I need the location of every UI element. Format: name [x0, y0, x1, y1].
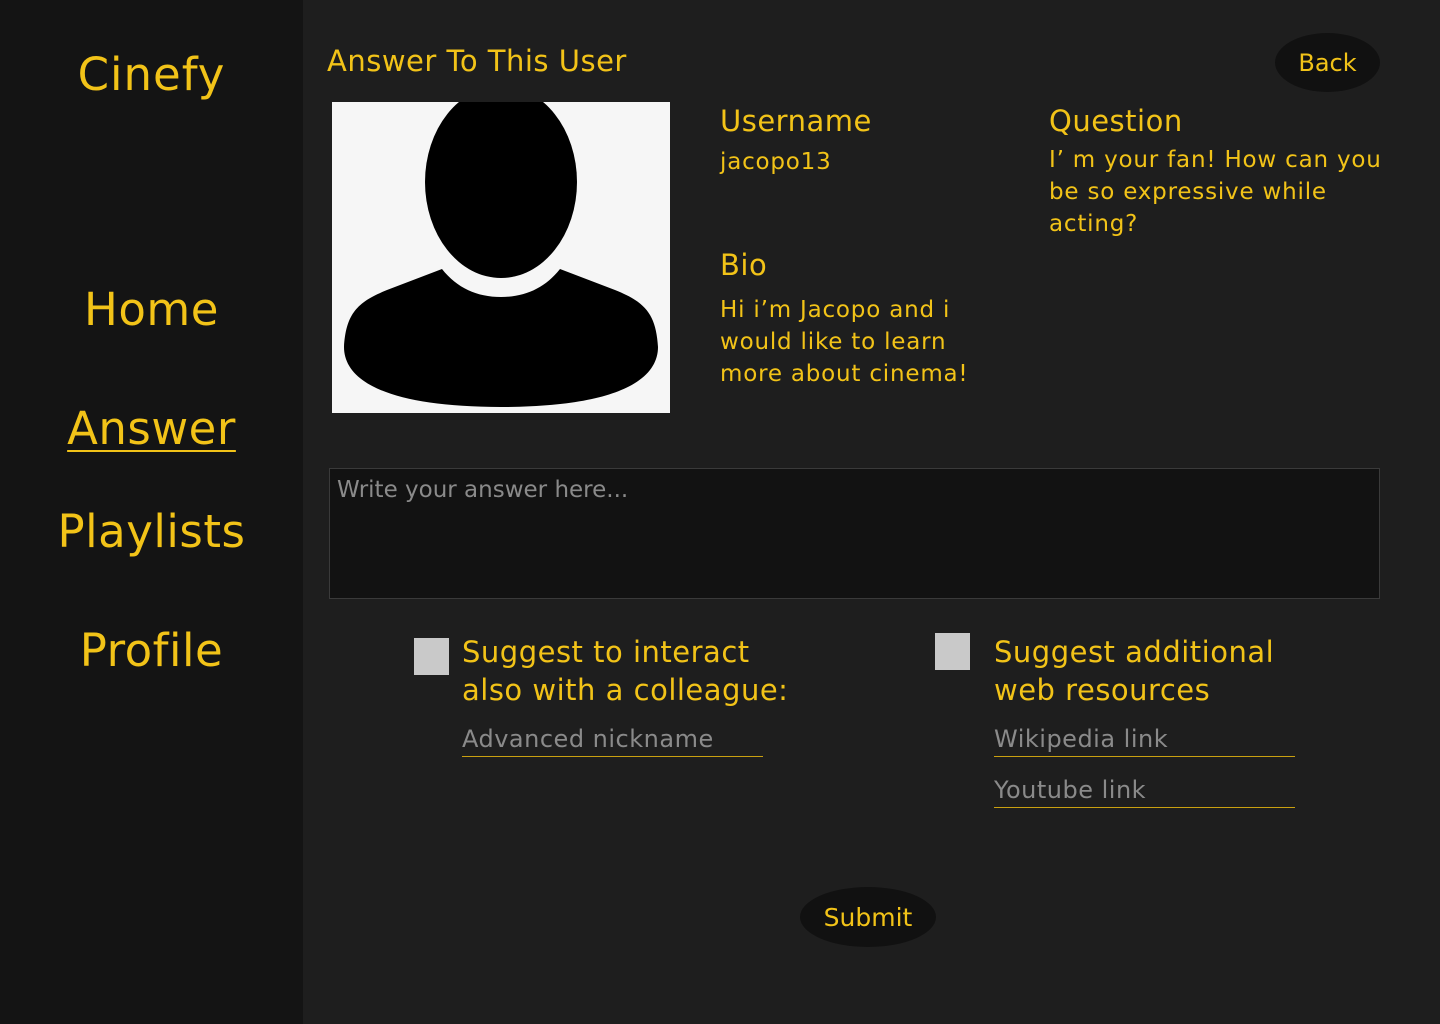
submit-button[interactable]: Submit [800, 887, 936, 947]
wikipedia-input[interactable] [994, 721, 1295, 757]
bio-value: Hi i’m Jacopo and i would like to learn … [720, 297, 969, 387]
question-value: I’ m your fan! How can you be so express… [1049, 147, 1382, 237]
colleague-option-label: Suggest to interact also with a colleagu… [462, 635, 789, 707]
page-title: Answer To This User [327, 44, 627, 78]
youtube-input[interactable] [994, 772, 1295, 808]
question-label: Question [1049, 104, 1183, 138]
back-button[interactable]: Back [1275, 33, 1380, 92]
nickname-input[interactable] [462, 721, 763, 757]
bio-label: Bio [720, 248, 768, 282]
sidebar: Cinefy Home Answer Playlists Profile [0, 0, 303, 1024]
resources-option-label: Suggest additional web resources [994, 635, 1275, 707]
username-label: Username [720, 104, 872, 138]
sidebar-item-playlists[interactable]: Playlists [0, 505, 303, 558]
sidebar-item-profile[interactable]: Profile [0, 624, 303, 677]
colleague-checkbox[interactable] [414, 638, 449, 675]
sidebar-item-answer[interactable]: Answer [0, 402, 303, 455]
username-value: jacopo13 [720, 149, 832, 175]
resources-checkbox[interactable] [935, 633, 970, 670]
user-silhouette-icon [344, 102, 658, 407]
answer-textarea[interactable] [329, 468, 1380, 599]
app-logo[interactable]: Cinefy [0, 48, 303, 101]
user-avatar [332, 102, 670, 413]
sidebar-item-home[interactable]: Home [0, 283, 303, 336]
main-content: Answer To This User Back Username jacopo… [303, 0, 1440, 1024]
